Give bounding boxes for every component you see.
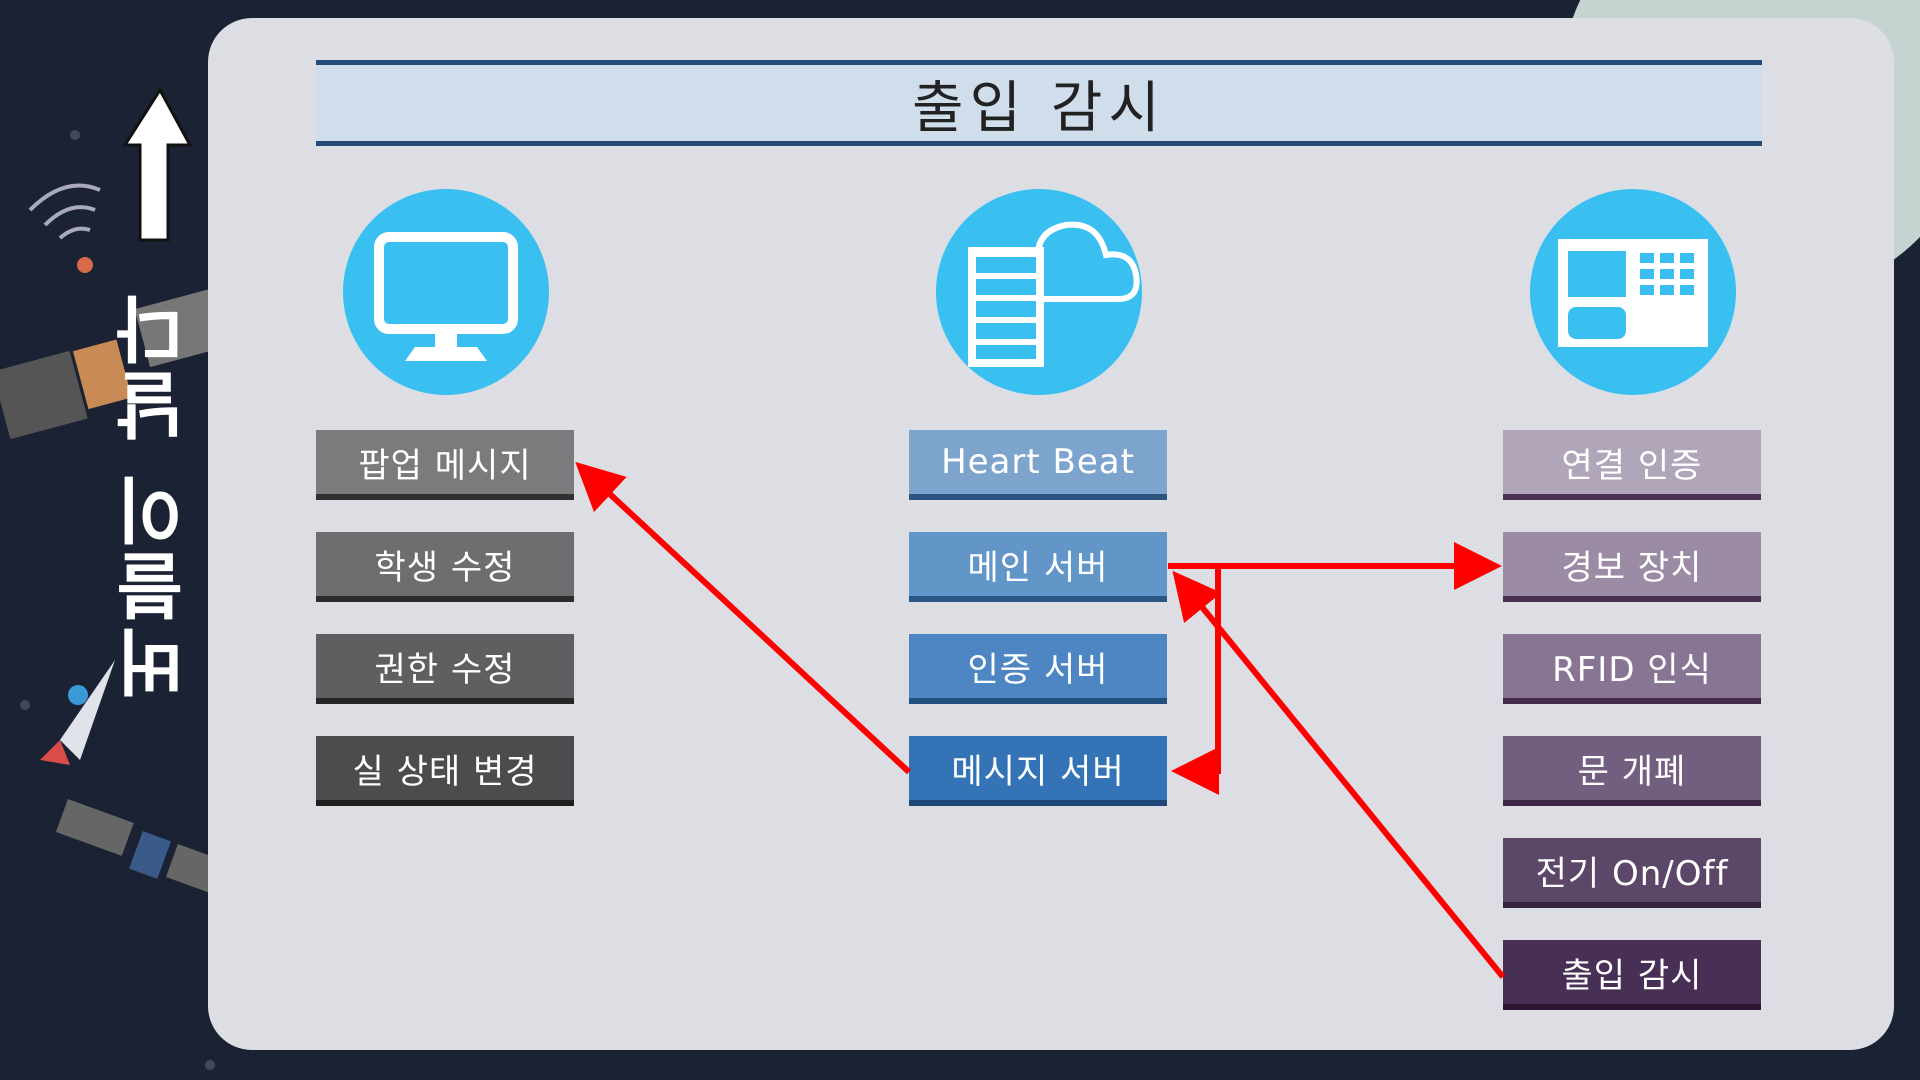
- flow-arrows: [575, 461, 1506, 979]
- arrow-access-to-main: [1172, 570, 1506, 979]
- arrow-message-to-popup: [575, 461, 912, 775]
